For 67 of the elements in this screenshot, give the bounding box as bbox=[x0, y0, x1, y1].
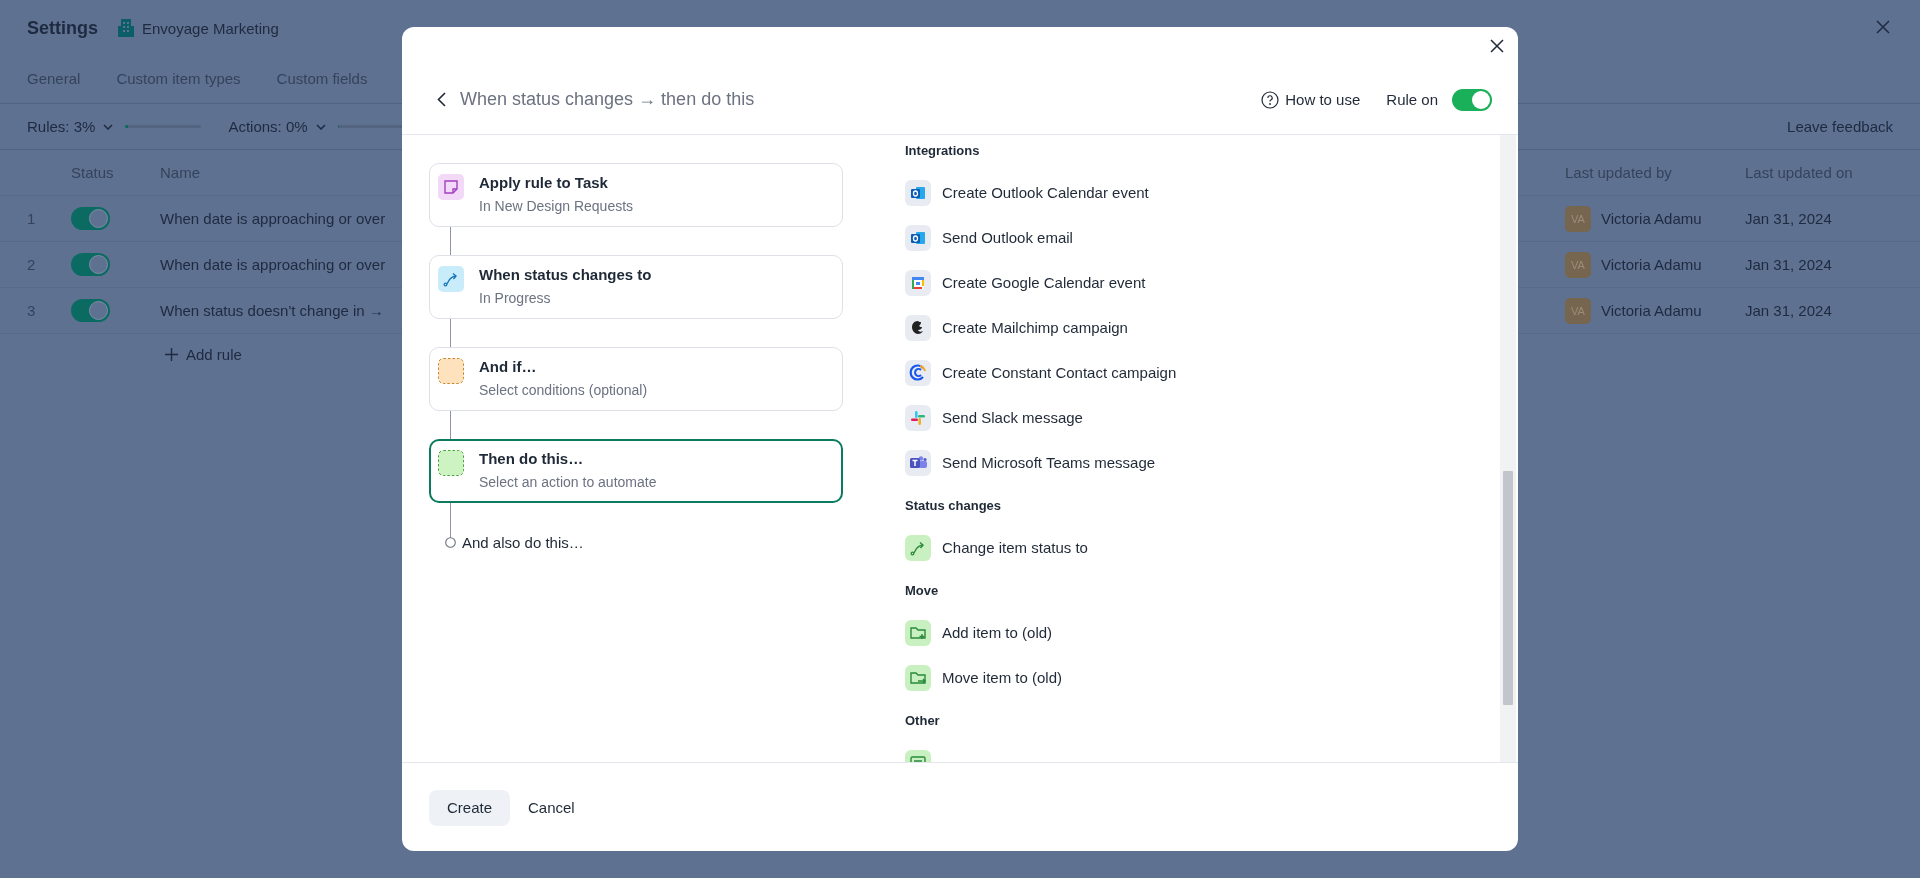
section-heading: Status changes bbox=[905, 497, 1003, 515]
step-subtitle: In Progress bbox=[479, 289, 552, 308]
rule-toggle[interactable] bbox=[1452, 88, 1492, 111]
mail-logo-icon bbox=[905, 224, 931, 251]
rule-on-label: Rule on bbox=[1386, 91, 1438, 108]
date-cell-text: Jan 31, 2024 bbox=[1745, 256, 1833, 273]
step-title: And if… bbox=[479, 357, 538, 377]
date-cell-text: Jan 31, 2024 bbox=[1745, 210, 1833, 227]
scrollbar[interactable] bbox=[1500, 135, 1516, 762]
plus-icon bbox=[165, 348, 178, 361]
create-button[interactable]: Create bbox=[429, 789, 510, 826]
step-subtitle: Select conditions (optional) bbox=[479, 381, 648, 400]
action-item[interactable]: Add item to (old) bbox=[905, 610, 1500, 655]
step-title: Then do this… bbox=[479, 449, 585, 469]
step-subtitle: Select an action to automate bbox=[479, 473, 657, 492]
chevron-left-icon bbox=[437, 92, 446, 107]
calendar-logo-icon bbox=[905, 269, 931, 296]
mail-logo-icon bbox=[905, 179, 931, 206]
circle-icon bbox=[445, 537, 456, 548]
chevron-down-icon bbox=[103, 123, 114, 130]
action-item[interactable]: Send Outlook email bbox=[905, 215, 1500, 260]
rule-toggle[interactable] bbox=[71, 207, 110, 230]
section-heading: Integrations bbox=[905, 142, 981, 160]
section-heading: Other bbox=[905, 712, 941, 730]
dashed-square-icon bbox=[438, 358, 464, 384]
section-heading: Move bbox=[905, 582, 940, 600]
rule-toggle[interactable] bbox=[71, 253, 110, 276]
action-item[interactable]: Create Outlook Calendar event bbox=[905, 170, 1500, 215]
chevron-down-icon bbox=[315, 123, 326, 130]
action-item[interactable]: Move item to (old) bbox=[905, 655, 1500, 700]
action-item[interactable]: Create Mailchimp campaign bbox=[905, 305, 1500, 350]
back-button[interactable] bbox=[437, 92, 446, 107]
building-icon bbox=[118, 18, 134, 38]
rule-name: When status doesn't change in → bbox=[160, 302, 385, 319]
date-cell-text: Jan 31, 2024 bbox=[1745, 302, 1833, 319]
step-card[interactable]: Apply rule to Task In New Design Requests bbox=[429, 163, 843, 227]
note-icon bbox=[438, 174, 464, 200]
action-item[interactable]: Create Constant Contact campaign bbox=[905, 350, 1500, 395]
user-name: Victoria Adamu bbox=[1601, 256, 1702, 273]
dashed-square-icon bbox=[438, 450, 464, 476]
dialog-title: When status changes → then do this bbox=[460, 89, 755, 110]
step-card[interactable]: Then do this… Select an action to automate bbox=[429, 439, 843, 503]
hash-logo-icon bbox=[905, 404, 931, 431]
add-step-link[interactable]: And also do this… bbox=[445, 534, 584, 551]
action-item[interactable]: Create Google Calendar event bbox=[905, 260, 1500, 305]
chimp-logo-icon bbox=[905, 314, 931, 341]
user-name: Victoria Adamu bbox=[1601, 302, 1702, 319]
rule-name: When date is approaching or over bbox=[160, 210, 387, 227]
action-item[interactable]: Change item status to bbox=[905, 525, 1500, 570]
team-logo-icon bbox=[905, 449, 931, 476]
step-subtitle: In New Design Requests bbox=[479, 197, 634, 216]
cancel-button[interactable]: Cancel bbox=[528, 789, 575, 826]
action-item[interactable]: Send Slack message bbox=[905, 395, 1500, 440]
page-title: Settings bbox=[27, 17, 98, 39]
ring-logo-icon bbox=[905, 359, 931, 386]
how-to-use-button[interactable]: How to use bbox=[1261, 90, 1361, 109]
action-item[interactable]: Send Microsoft Teams message bbox=[905, 440, 1500, 485]
rule-name: When date is approaching or over bbox=[160, 256, 387, 273]
step-title: Apply rule to Task bbox=[479, 173, 609, 193]
folder-plus-icon bbox=[905, 619, 931, 646]
step-card[interactable]: When status changes to In Progress bbox=[429, 255, 843, 319]
rule-toggle[interactable] bbox=[71, 299, 110, 322]
help-icon bbox=[1261, 90, 1280, 109]
user-name: Victoria Adamu bbox=[1601, 210, 1702, 227]
step-title: When status changes to bbox=[479, 265, 652, 285]
workspace-name: Envoyage Marketing bbox=[142, 19, 279, 37]
step-card[interactable]: And if… Select conditions (optional) bbox=[429, 347, 843, 411]
